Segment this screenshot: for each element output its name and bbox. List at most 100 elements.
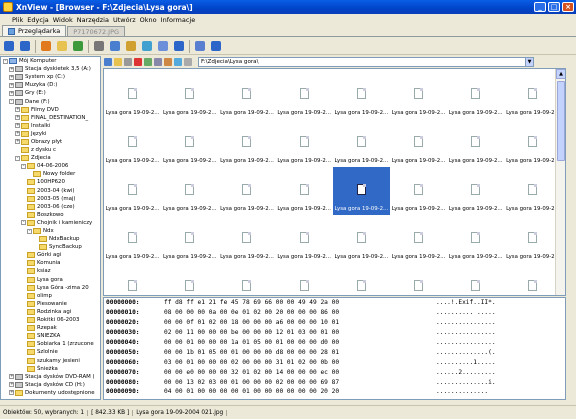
- tree-item[interactable]: Lysa gora: [1, 275, 100, 284]
- back-icon[interactable]: [39, 39, 53, 53]
- tree-item[interactable]: + Języki: [1, 130, 100, 138]
- tab-browser[interactable]: Przeglądarka: [2, 25, 67, 36]
- tree-item[interactable]: 100HP620: [1, 178, 100, 186]
- thumbnail-item[interactable]: Lysa gora 19-09-2...: [333, 263, 390, 295]
- scroll-thumb[interactable]: [557, 81, 565, 161]
- thumbnail-item[interactable]: Lysa gora 19-09-2...: [447, 71, 504, 119]
- tree-item[interactable]: Rodzinka agi: [1, 308, 100, 316]
- thumbnail-item[interactable]: Lysa gora 19-09-2...: [218, 167, 275, 215]
- thumbnail-item[interactable]: Lysa gora 19-09-2...: [333, 119, 390, 167]
- expand-icon[interactable]: +: [9, 90, 14, 96]
- thumbnail-item[interactable]: Lysa gora 19-09-2...: [218, 119, 275, 167]
- tree-item[interactable]: Komunia: [1, 259, 100, 267]
- tree-item[interactable]: SNIEZKA: [1, 332, 100, 340]
- tree-item[interactable]: - Dane (F:): [1, 97, 100, 105]
- chevron-down-icon[interactable]: ▼: [525, 57, 533, 66]
- tree-item[interactable]: SyncBackup: [1, 243, 100, 251]
- delete-icon[interactable]: [134, 57, 142, 66]
- tree-item[interactable]: + FINAL_DESTINATION_: [1, 114, 100, 122]
- slideshow-icon[interactable]: [156, 39, 170, 53]
- tree-item[interactable]: Piesowanie: [1, 300, 100, 308]
- tree-item[interactable]: Lysa Góra -zima 20: [1, 284, 100, 292]
- thumbnail-item[interactable]: Lysa gora 19-09-2...: [218, 71, 275, 119]
- tab-image[interactable]: P7170672.JPG: [67, 26, 126, 36]
- expand-icon[interactable]: +: [15, 131, 20, 137]
- tree-item[interactable]: - Mój Komputer: [1, 57, 100, 65]
- tree-item[interactable]: + Stacja dysków CD (H:): [1, 381, 100, 389]
- close-button[interactable]: ×: [562, 2, 574, 12]
- fullscreen-icon[interactable]: [172, 39, 186, 53]
- maximize-button[interactable]: □: [548, 2, 560, 12]
- tree-item[interactable]: 2003-05 (maj): [1, 195, 100, 203]
- tree-item[interactable]: + Stacja dysków DVD-RAM (: [1, 373, 100, 381]
- tree-item[interactable]: Nowy folder: [1, 170, 100, 178]
- expand-icon[interactable]: +: [15, 107, 20, 113]
- copy-icon[interactable]: [108, 39, 122, 53]
- tree-item[interactable]: Rzepak: [1, 324, 100, 332]
- tree-item[interactable]: Górki agi: [1, 251, 100, 259]
- expand-icon[interactable]: +: [9, 374, 14, 380]
- tree-item[interactable]: - Chojnik i kamieniczy: [1, 219, 100, 227]
- menu-item[interactable]: Edycja: [27, 16, 52, 24]
- tree-item[interactable]: + Stacja dyskietek 3,5 (A:): [1, 65, 100, 73]
- cut-icon[interactable]: [124, 57, 132, 66]
- rotate-icon[interactable]: [174, 57, 182, 66]
- thumbnail-item[interactable]: Lysa gora 19-09-2...: [504, 215, 561, 263]
- menu-item[interactable]: Okno: [140, 16, 161, 24]
- menu-item[interactable]: Narzędzia: [77, 16, 113, 24]
- refresh-icon[interactable]: [71, 39, 85, 53]
- path-input[interactable]: F:\Zdjecia\Lysa gora\ ▼: [198, 56, 534, 67]
- tree-item[interactable]: Śnieżka: [1, 365, 100, 373]
- thumbnail-item[interactable]: Lysa gora 19-09-2...: [333, 215, 390, 263]
- tree-item[interactable]: + Dokumenty udostępnione: [1, 389, 100, 397]
- tree-item[interactable]: + Gry (E:): [1, 89, 100, 97]
- tree-item[interactable]: NdxBackup: [1, 235, 100, 243]
- filter-icon[interactable]: [164, 57, 172, 66]
- collapse-icon[interactable]: -: [15, 155, 20, 161]
- sort-icon[interactable]: [144, 57, 152, 66]
- thumbnail-item[interactable]: Lysa gora 19-09-2...: [447, 119, 504, 167]
- thumbnail-item[interactable]: Lysa gora 19-09-2...: [276, 119, 333, 167]
- options-icon[interactable]: [193, 39, 207, 53]
- tree-item[interactable]: + System xp (C:): [1, 73, 100, 81]
- thumbnail-item[interactable]: Lysa gora 19-09-2...: [218, 263, 275, 295]
- tree-item[interactable]: Rokitki 06-2003: [1, 316, 100, 324]
- thumbnail-item[interactable]: Lysa gora 19-09-2...: [161, 263, 218, 295]
- view-mode-icon[interactable]: [154, 57, 162, 66]
- tree-item[interactable]: - 04-06-2006: [1, 162, 100, 170]
- collapse-icon[interactable]: -: [9, 99, 14, 105]
- thumbnail-item[interactable]: Lysa gora 19-09-2...: [104, 119, 161, 167]
- menu-item[interactable]: Widok: [53, 16, 77, 24]
- menu-item[interactable]: Plik: [0, 16, 27, 24]
- tree-item[interactable]: + Filmy DVD: [1, 106, 100, 114]
- thumbnail-item[interactable]: Lysa gora 19-09-2...: [276, 167, 333, 215]
- thumbnail-item[interactable]: Lysa gora 19-09-2...: [161, 215, 218, 263]
- properties-icon[interactable]: [184, 57, 192, 66]
- view-icon[interactable]: [18, 39, 32, 53]
- tree-item[interactable]: - Zdjecia: [1, 154, 100, 162]
- up-folder-icon[interactable]: [104, 57, 112, 66]
- browser-icon[interactable]: [2, 39, 16, 53]
- minimize-button[interactable]: _: [534, 2, 546, 12]
- tree-item[interactable]: ksiaz: [1, 267, 100, 275]
- thumbnail-item[interactable]: Lysa gora 19-09-2...: [447, 215, 504, 263]
- tree-item[interactable]: 2003-04 (kwi): [1, 187, 100, 195]
- thumbnail-item[interactable]: Lysa gora 19-09-2...: [447, 167, 504, 215]
- tree-item[interactable]: szukamy jesieni: [1, 356, 100, 364]
- collapse-icon[interactable]: -: [3, 58, 8, 64]
- collapse-icon[interactable]: -: [21, 163, 26, 169]
- expand-icon[interactable]: +: [9, 74, 14, 80]
- collapse-icon[interactable]: -: [21, 220, 26, 226]
- expand-icon[interactable]: +: [15, 115, 20, 121]
- expand-icon[interactable]: +: [9, 390, 14, 396]
- scan-icon[interactable]: [124, 39, 138, 53]
- help-icon[interactable]: [209, 39, 223, 53]
- thumbnail-item[interactable]: Lysa gora 19-09-2...: [161, 71, 218, 119]
- collapse-icon[interactable]: -: [27, 228, 32, 234]
- menu-item[interactable]: Utwórz: [113, 16, 140, 24]
- tree-item[interactable]: z dysku c: [1, 146, 100, 154]
- new-folder-icon[interactable]: [114, 57, 122, 66]
- thumbnail-item[interactable]: Lysa gora 19-09-2...: [390, 119, 447, 167]
- thumbnail-item[interactable]: Lysa gora 19-09-2...: [104, 71, 161, 119]
- tree-item[interactable]: Szlolnie: [1, 348, 100, 356]
